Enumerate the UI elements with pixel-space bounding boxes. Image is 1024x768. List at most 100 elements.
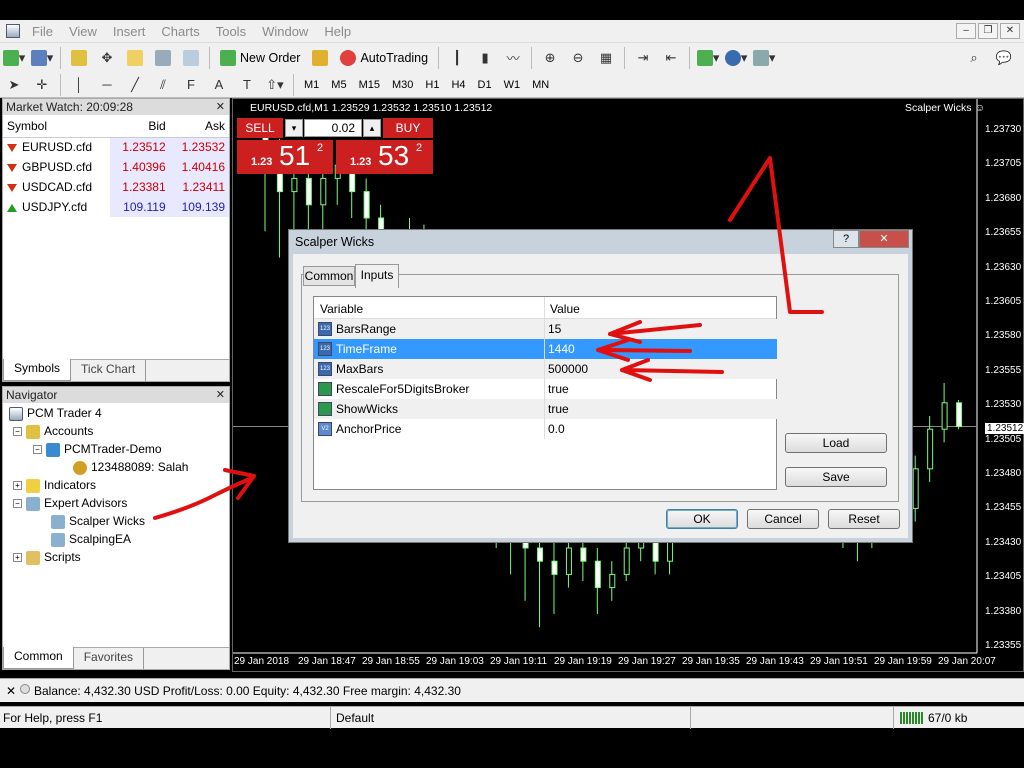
input-row[interactable]: ShowWicks true	[314, 399, 777, 419]
help-button[interactable]: ?	[833, 230, 859, 248]
tree-account-server[interactable]: − PCMTrader-Demo	[33, 440, 162, 458]
vertical-line-icon[interactable]: │	[67, 73, 91, 97]
tree-scripts[interactable]: + Scripts	[13, 548, 81, 566]
metaeditor-icon[interactable]	[308, 46, 332, 70]
restore-button[interactable]: ❐	[978, 23, 998, 39]
close-dialog-button[interactable]: ✕	[859, 230, 909, 248]
text-icon[interactable]: A	[207, 73, 231, 97]
timeframe-d1[interactable]: D1	[472, 79, 498, 91]
tree-indicators[interactable]: + Indicators	[13, 476, 96, 494]
input-value[interactable]: 1440	[548, 342, 575, 356]
load-button[interactable]: Load	[785, 433, 887, 453]
input-value[interactable]: true	[548, 382, 569, 396]
timeframe-m1[interactable]: M1	[298, 79, 325, 91]
zoom-in-icon[interactable]: ⊕	[538, 46, 562, 70]
timeframe-m5[interactable]: M5	[325, 79, 352, 91]
tree-expert-advisors[interactable]: − Expert Advisors	[13, 494, 127, 512]
tile-windows-icon[interactable]: ▦	[594, 46, 618, 70]
data-window-icon[interactable]: ✥	[95, 46, 119, 70]
menu-tools[interactable]: Tools	[208, 24, 254, 39]
column-symbol[interactable]: Symbol	[3, 115, 111, 138]
input-value[interactable]: true	[548, 402, 569, 416]
timeframe-m15[interactable]: M15	[353, 79, 386, 91]
menu-file[interactable]: File	[24, 24, 61, 39]
menu-view[interactable]: View	[61, 24, 105, 39]
tab-symbols[interactable]: Symbols	[3, 359, 72, 381]
minimize-button[interactable]: –	[956, 23, 976, 39]
autotrading-button[interactable]: AutoTrading	[336, 46, 432, 70]
indicators-icon[interactable]: ▾	[696, 46, 720, 70]
cursor-icon[interactable]: ➤	[2, 73, 26, 97]
menu-charts[interactable]: Charts	[153, 24, 207, 39]
sell-button[interactable]: SELL	[237, 118, 283, 138]
navigator-icon[interactable]	[123, 46, 147, 70]
buy-price-button[interactable]: 1.23 53 2	[336, 140, 433, 174]
menu-help[interactable]: Help	[316, 24, 359, 39]
tab-common[interactable]: Common	[3, 647, 74, 669]
menu-insert[interactable]: Insert	[105, 24, 154, 39]
input-row[interactable]: V2 AnchorPrice 0.0	[314, 419, 777, 439]
auto-scroll-icon[interactable]: ⇥	[631, 46, 655, 70]
reset-button[interactable]: Reset	[828, 509, 900, 529]
input-row[interactable]: 123 MaxBars 500000	[314, 359, 777, 379]
input-row[interactable]: 123 TimeFrame 1440	[314, 339, 777, 359]
buy-button[interactable]: BUY	[383, 118, 433, 138]
sell-price-button[interactable]: 1.23 51 2	[237, 140, 333, 174]
line-chart-icon[interactable]: 〰	[501, 46, 525, 70]
input-row[interactable]: 123 BarsRange 15	[314, 319, 777, 339]
input-value[interactable]: 500000	[548, 362, 588, 376]
column-bid[interactable]: Bid	[110, 115, 170, 138]
collapse-icon[interactable]: −	[13, 427, 22, 437]
column-ask[interactable]: Ask	[169, 115, 229, 138]
tester-icon[interactable]	[179, 46, 203, 70]
arrows-icon[interactable]: ⇧▾	[263, 73, 287, 97]
table-row[interactable]: USDJPY.cfd 109.119 109.139	[3, 197, 229, 217]
tree-account[interactable]: 123488089: Salah	[73, 458, 188, 476]
periods-icon[interactable]: ▾	[724, 46, 748, 70]
tab-tick-chart[interactable]: Tick Chart	[71, 360, 147, 381]
trendline-icon[interactable]: ╱	[123, 73, 147, 97]
collapse-icon[interactable]: −	[13, 499, 22, 509]
lot-decrease-button[interactable]: ▾	[285, 119, 303, 137]
expand-icon[interactable]: +	[13, 481, 22, 491]
close-icon[interactable]: ✕	[216, 99, 225, 115]
tree-expert-item[interactable]: ScalpingEA	[51, 530, 131, 548]
templates-icon[interactable]: ▾	[752, 46, 776, 70]
input-row[interactable]: RescaleFor5DigitsBroker true	[314, 379, 777, 399]
timeframe-w1[interactable]: W1	[498, 79, 527, 91]
table-row[interactable]: USDCAD.cfd 1.23381 1.23411	[3, 177, 229, 197]
channel-icon[interactable]: ⫽	[151, 73, 175, 97]
close-window-button[interactable]: ✕	[1000, 23, 1020, 39]
tab-common[interactable]: Common	[303, 266, 355, 286]
market-watch-icon[interactable]	[67, 46, 91, 70]
horizontal-line-icon[interactable]: ─	[95, 73, 119, 97]
timeframe-h4[interactable]: H4	[445, 79, 471, 91]
tree-accounts[interactable]: − Accounts	[13, 422, 93, 440]
input-value[interactable]: 15	[548, 322, 561, 336]
lot-size-input[interactable]: 0.02	[304, 119, 362, 137]
terminal-icon[interactable]	[151, 46, 175, 70]
new-order-button[interactable]: New Order	[216, 46, 304, 70]
fibonacci-icon[interactable]: F	[179, 73, 203, 97]
input-value[interactable]: 0.0	[548, 422, 565, 436]
save-button[interactable]: Save	[785, 467, 887, 487]
table-row[interactable]: EURUSD.cfd 1.23512 1.23532	[3, 137, 229, 157]
collapse-icon[interactable]: −	[33, 445, 42, 455]
profiles-icon[interactable]: ▾	[30, 46, 54, 70]
candlestick-icon[interactable]: ▮	[473, 46, 497, 70]
menu-window[interactable]: Window	[254, 24, 316, 39]
chart-shift-icon[interactable]: ⇤	[659, 46, 683, 70]
cancel-button[interactable]: Cancel	[747, 509, 819, 529]
expand-icon[interactable]: +	[13, 553, 22, 563]
timeframe-mn[interactable]: MN	[526, 79, 555, 91]
lot-increase-button[interactable]: ▴	[363, 119, 381, 137]
tree-expert-item[interactable]: Scalper Wicks	[51, 512, 145, 530]
chat-icon[interactable]: 💬	[992, 46, 1016, 70]
crosshair-icon[interactable]: ✛	[30, 73, 54, 97]
timeframe-h1[interactable]: H1	[419, 79, 445, 91]
ok-button[interactable]: OK	[666, 509, 738, 529]
table-row[interactable]: GBPUSD.cfd 1.40396 1.40416	[3, 157, 229, 177]
timeframe-m30[interactable]: M30	[386, 79, 419, 91]
bar-chart-icon[interactable]: ┃	[445, 46, 469, 70]
tree-root[interactable]: PCM Trader 4	[9, 404, 102, 422]
